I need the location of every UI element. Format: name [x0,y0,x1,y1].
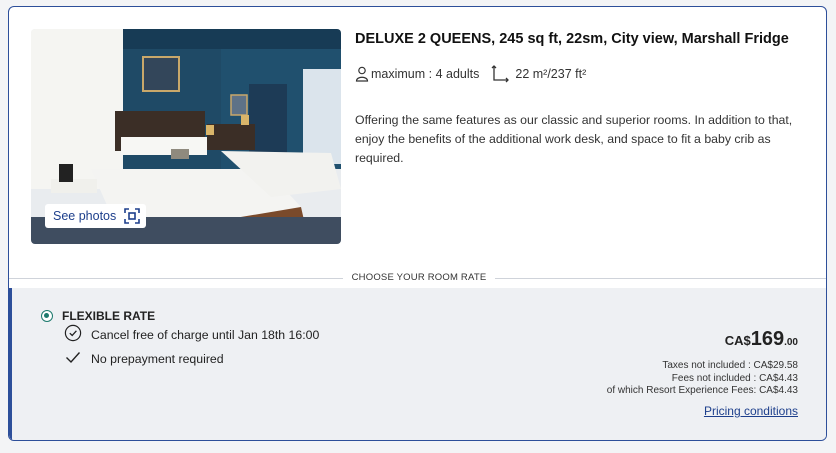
price-decimal: .00 [784,337,798,348]
see-photos-button[interactable]: See photos [45,204,147,228]
room-meta: maximum : 4 adults 22 m²/237 ft² [355,65,586,83]
room-size-icon [491,65,510,83]
fees-text: Fees not included : CA$4.43 [671,372,798,384]
resort-fees-text: of which Resort Experience Fees: CA$4.43 [606,385,798,396]
price-currency: CA$ [724,333,751,348]
room-size-text: 22 m²/237 ft² [515,67,587,81]
person-icon [355,66,369,82]
room-description: Offering the same features as our classi… [355,113,793,165]
see-photos-label: See photos [53,209,117,223]
condition-prepayment: No prepayment required [64,348,224,369]
price-integer: 169 [750,328,785,350]
rate-section-heading: CHOOSE YOUR ROOM RATE [351,272,487,283]
taxes-text: Taxes not included : CA$29.58 [662,360,798,371]
check-icon [64,348,82,369]
rate-price: CA$169.00 [725,328,798,351]
condition-text: No prepayment required [91,351,224,366]
room-card: See photos DELUXE 2 QUEENS, 245 sq ft, 2… [8,6,827,441]
rate-radio-selected[interactable] [41,310,53,322]
room-title: DELUXE 2 QUEENS, 245 sq ft, 22sm, City v… [355,31,789,47]
rate-option-flexible[interactable]: FLEXIBLE RATE Cancel free of charge unti… [9,288,826,440]
fee-details: Taxes not included : CA$29.58 Fees not i… [607,360,798,398]
divider-left [9,278,343,279]
pricing-conditions-link[interactable]: Pricing conditions [704,404,798,418]
rate-name: FLEXIBLE RATE [62,309,156,323]
expand-icon [124,208,141,224]
clock-icon [64,324,82,345]
capacity-text: maximum : 4 adults [371,67,480,81]
condition-text: Cancel free of charge until Jan 18th 16:… [91,327,320,342]
room-photo[interactable]: See photos [31,29,341,244]
divider-right [495,278,826,279]
condition-cancellation: Cancel free of charge until Jan 18th 16:… [64,324,319,345]
